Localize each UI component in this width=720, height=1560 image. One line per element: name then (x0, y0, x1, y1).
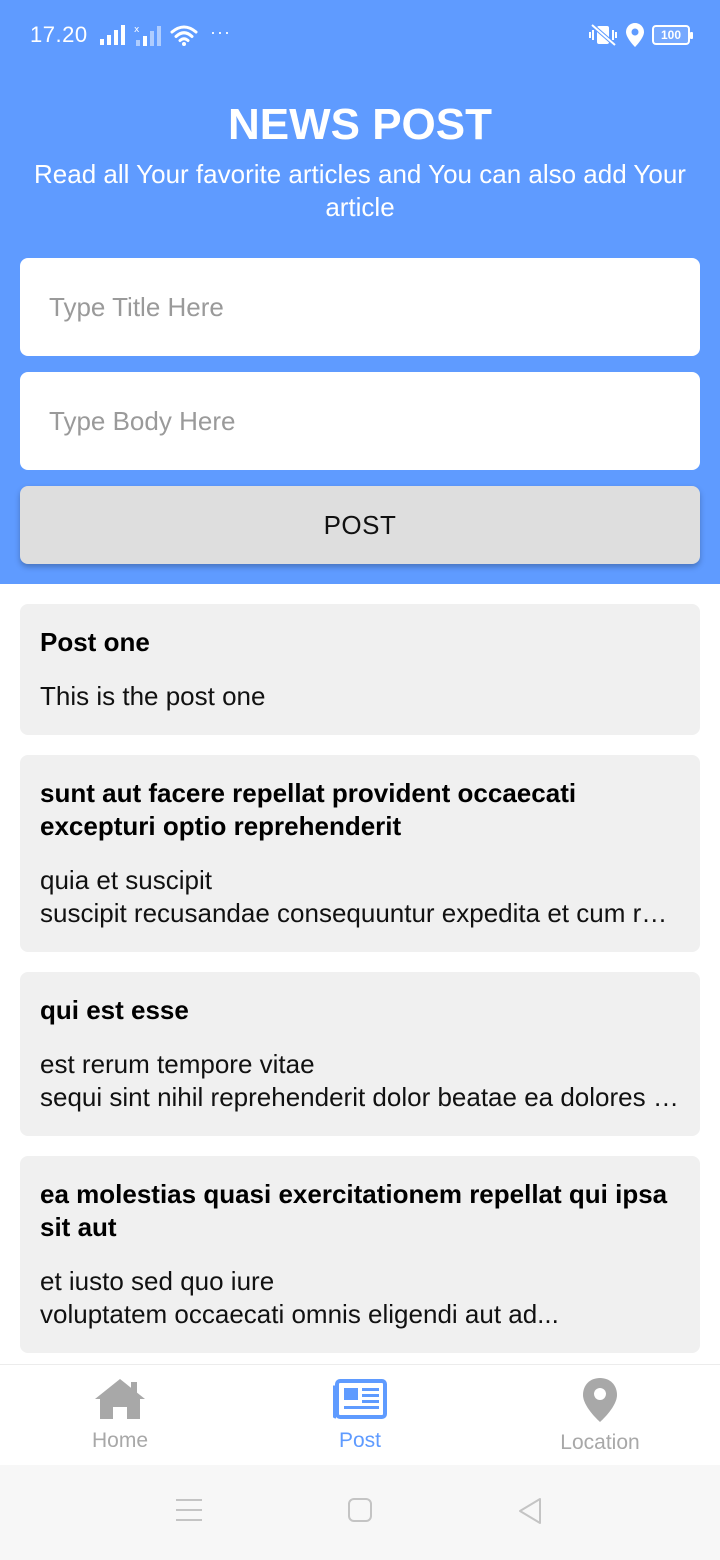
battery-level: 100 (660, 28, 682, 42)
header-section: 17.20 x ··· 100 NEWS POST Read all Your … (0, 0, 720, 584)
post-body-line: est rerum tempore vitae (40, 1049, 315, 1079)
nav-label-home: Home (91, 1429, 149, 1452)
vibrate-mute-icon (589, 23, 617, 47)
post-body-line: voluptatem occaecati omnis eligendi aut … (40, 1299, 559, 1329)
post-title: qui est esse (40, 995, 189, 1025)
post-title: sunt aut facere repellat provident occae… (40, 778, 577, 841)
wifi-icon (170, 25, 198, 46)
system-navigation-bar (0, 1465, 720, 1560)
nav-item-location[interactable]: Location (480, 1365, 720, 1465)
recents-menu-icon[interactable] (175, 1497, 203, 1523)
post-title: Post one (40, 627, 150, 657)
status-time: 17.20 (30, 22, 88, 47)
post-body-line: suscipit recusandae consequuntur expedit… (40, 898, 680, 928)
home-icon (95, 1379, 145, 1419)
back-triangle-icon[interactable] (517, 1497, 543, 1525)
post-body: et iusto sed quo iure voluptatem occaeca… (40, 1265, 680, 1331)
nav-label-post: Post (338, 1429, 382, 1452)
post-body-line: This is the post one (40, 681, 266, 711)
page-title: NEWS POST (227, 100, 493, 149)
post-title: ea molestias quasi exercitationem repell… (40, 1179, 668, 1242)
svg-text:x: x (134, 25, 140, 35)
signal-no-service-icon: x (134, 25, 161, 46)
signal-icon (100, 25, 125, 45)
nav-item-home[interactable]: Home (0, 1365, 240, 1465)
home-square-icon[interactable] (347, 1497, 373, 1523)
newspaper-icon (333, 1379, 387, 1419)
post-card[interactable]: sunt aut facere repellat provident occae… (20, 755, 700, 952)
body-input[interactable] (20, 372, 700, 470)
location-status-icon (626, 23, 644, 47)
status-right-icons: 100 (588, 22, 693, 48)
post-list: Post one This is the post one sunt aut f… (20, 604, 700, 1373)
bottom-nav: Home Post Location (0, 1364, 720, 1465)
post-body-line: et iusto sed quo iure (40, 1266, 275, 1296)
title-input[interactable] (20, 258, 700, 356)
page-subtitle: Read all Your favorite articles and You … (34, 159, 686, 222)
post-button[interactable]: POST (20, 486, 700, 564)
post-card[interactable]: Post one This is the post one (20, 604, 700, 735)
post-body: est rerum tempore vitae sequi sint nihil… (40, 1048, 680, 1114)
battery-icon: 100 (652, 25, 693, 45)
location-pin-icon (583, 1378, 617, 1422)
nav-label-location: Location (560, 1431, 640, 1454)
nav-item-post[interactable]: Post (240, 1365, 480, 1465)
post-body: This is the post one (40, 680, 680, 713)
post-card[interactable]: qui est esse est rerum tempore vitae seq… (20, 972, 700, 1136)
status-bar: 17.20 x ··· 100 (0, 0, 720, 72)
post-body: quia et suscipit suscipit recusandae con… (40, 864, 680, 930)
status-left-icons: x ··· (100, 22, 231, 48)
post-card[interactable]: ea molestias quasi exercitationem repell… (20, 1156, 700, 1353)
post-body-line: sequi sint nihil reprehenderit dolor bea… (40, 1082, 680, 1112)
more-status-icon: ··· (210, 21, 231, 42)
post-body-line: quia et suscipit (40, 865, 212, 895)
